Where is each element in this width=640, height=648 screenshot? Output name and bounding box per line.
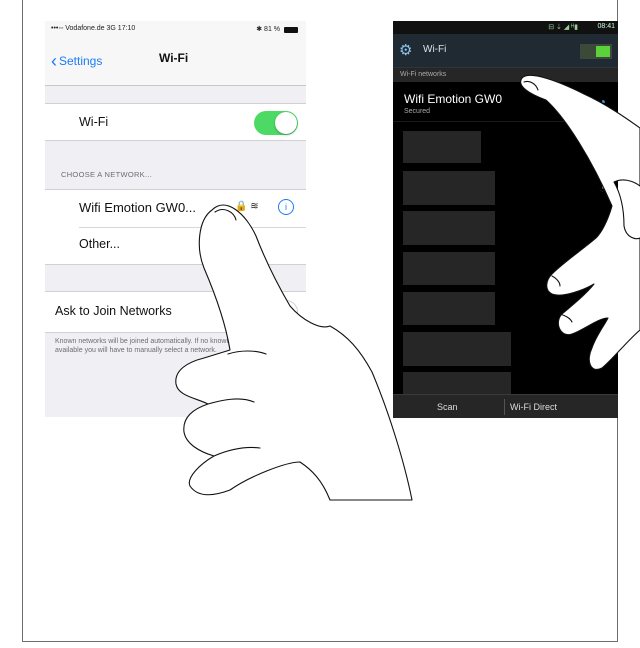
list-item[interactable]: [403, 292, 495, 325]
wifi-signal-icon: ◔: [598, 181, 606, 195]
gear-icon[interactable]: ⚙: [399, 41, 412, 59]
page-title: Wi-Fi: [159, 51, 189, 65]
wifi-row-label: Wi-Fi: [79, 115, 109, 129]
ask-toggle[interactable]: [254, 300, 298, 324]
back-button[interactable]: ‹ Settings: [51, 49, 103, 71]
chevron-left-icon: ‹: [51, 51, 57, 71]
android-title: Wi-Fi: [423, 44, 447, 55]
network-security: Secured: [404, 108, 431, 115]
status-battery: ✱ 81 %: [256, 26, 280, 33]
android-status-bar: ⊟ ⇣ ◢ ᴴ▮ 08:41: [393, 21, 618, 34]
battery-icon: [284, 27, 298, 33]
network-item-other[interactable]: Other...: [79, 237, 120, 251]
list-item[interactable]: [403, 131, 481, 163]
android-subheader: Wi-Fi networks: [393, 68, 618, 82]
subheader-label: Wi-Fi networks: [400, 71, 447, 78]
list-item[interactable]: [403, 372, 511, 394]
ios-nav-bar: ‹ Settings Wi-Fi: [45, 39, 306, 86]
lock-wifi-icon: 🔒 ≋: [235, 201, 259, 212]
wifi-direct-button[interactable]: Wi-Fi Direct: [510, 402, 557, 412]
scan-button[interactable]: Scan: [437, 402, 458, 412]
android-bottom-bar: Scan Wi-Fi Direct: [393, 394, 618, 418]
divider: [79, 227, 306, 228]
wifi-switch[interactable]: [580, 44, 612, 59]
network-list: Wifi Emotion GW0... 🔒 ≋ i Other...: [45, 189, 306, 265]
divider: [504, 399, 505, 415]
ios-wifi-screen: •••◦◦ Vodafone.de 3G 17:10 ✱ 81 % ‹ Setti…: [45, 21, 306, 417]
ios-status-bar: •••◦◦ Vodafone.de 3G 17:10 ✱ 81 %: [45, 21, 306, 39]
status-carrier: •••◦◦ Vodafone.de 3G 17:10: [51, 25, 136, 32]
ask-row-label: Ask to Join Networks: [55, 304, 172, 318]
ask-footer-text: Known networks will be joined automatica…: [55, 338, 273, 354]
back-label: Settings: [59, 54, 103, 68]
status-icons: ⊟ ⇣ ◢ ᴴ▮: [548, 24, 578, 31]
android-action-bar: ⚙ Wi-Fi: [393, 34, 618, 68]
info-icon[interactable]: i: [278, 199, 294, 215]
network-name: Wifi Emotion GW0: [404, 92, 503, 106]
list-item[interactable]: [403, 252, 495, 285]
list-item[interactable]: [403, 171, 495, 205]
ask-to-join-row: Ask to Join Networks: [45, 291, 306, 333]
section-header: CHOOSE A NETWORK...: [61, 170, 153, 179]
list-item[interactable]: [403, 332, 511, 366]
android-wifi-screen: ⊟ ⇣ ◢ ᴴ▮ 08:41 ⚙ Wi-Fi Wi-Fi networks Wi…: [393, 21, 618, 418]
wifi-toggle[interactable]: [254, 111, 298, 135]
android-network-item[interactable]: Wifi Emotion GW0 Secured ◔: [393, 83, 618, 122]
wifi-signal-icon: ◔: [598, 95, 606, 109]
toggle-knob: [275, 112, 297, 134]
network-item-wifi-emotion[interactable]: Wifi Emotion GW0...: [79, 200, 196, 215]
wifi-toggle-row: Wi-Fi: [45, 103, 306, 141]
list-item[interactable]: [403, 211, 495, 245]
switch-on-indicator: [596, 46, 610, 57]
status-time: 08:41: [597, 23, 615, 30]
